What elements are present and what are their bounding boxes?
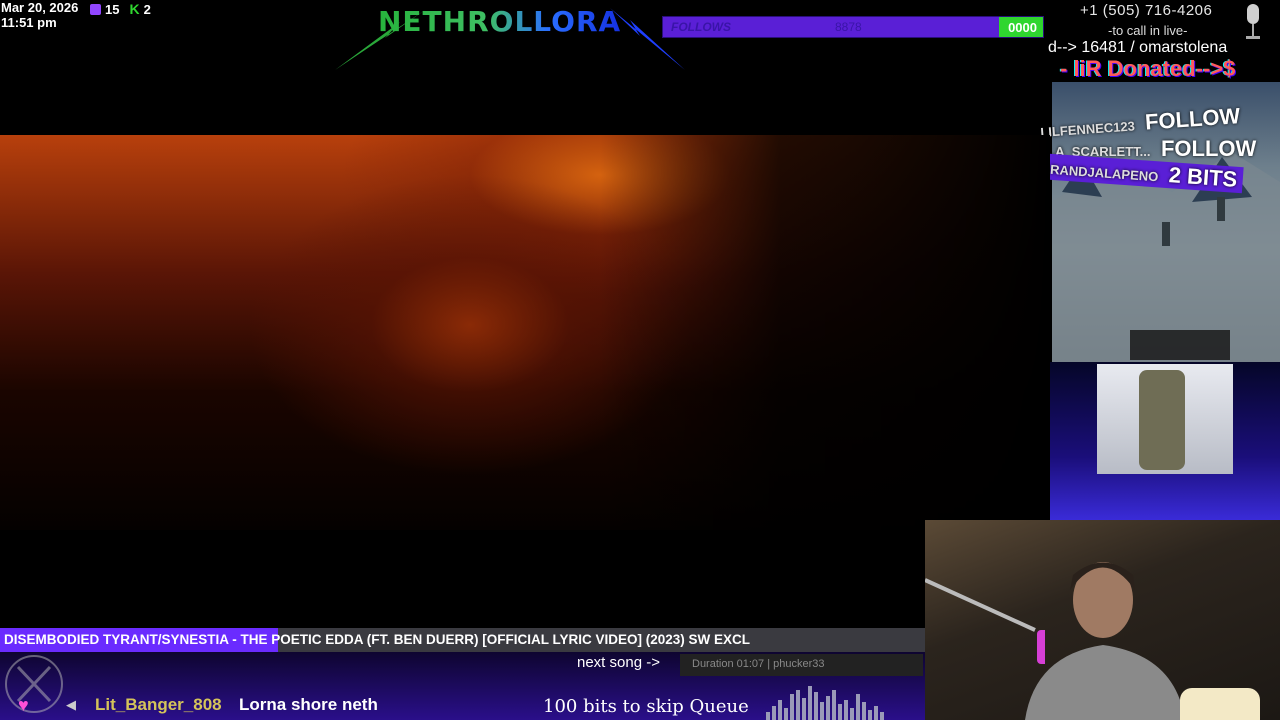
eq-bar [802,698,806,720]
channel-logo: NETHROLLORA [330,0,690,72]
now-playing-ticker: DISEMBODIED TYRANT/SYNESTIA - THE POETIC… [0,628,925,652]
eq-bar [808,686,812,720]
eq-bar [796,690,800,720]
eq-bar [838,704,842,720]
kick-icon: K [129,1,140,17]
alert-action: FOLLOW [1144,103,1241,135]
music-video [0,135,1050,530]
skip-queue-note: 100 bits to skip Queue [543,696,749,717]
eq-bar [790,694,794,720]
eq-bar [844,700,848,720]
mic-boom-icon [925,578,1045,664]
webcam-feed [925,520,1280,720]
twitch-icon [90,3,101,15]
follows-goal-value: 0000 [1008,20,1037,35]
photo-figure [1139,370,1185,470]
date-text: Mar 20, 2026 [1,0,79,15]
datetime: Mar 20, 2026 11:51 pm [1,0,78,30]
back-arrow-icon: ◀ [66,697,76,712]
follows-count: 8878 [835,20,862,34]
time-text: 11:51 pm [1,15,57,30]
eq-bar [856,694,860,720]
donation-message: - liR Donated-->$ [1060,56,1236,81]
audio-visualizer [766,686,916,720]
eq-bar [850,708,854,720]
alert-action: 2 BITS [1168,162,1239,192]
bottom-bar: ♥ ◀ Lit_Banger_808 Lorna shore neth next… [0,652,925,720]
follows-goal-bar: FOLLOWS 8878 0000 [662,16,1044,38]
eq-bar [874,706,878,720]
call-in-phone: +1 (505) 716-4206 [1080,2,1213,19]
logo-text: NETHROLLORA [378,5,622,38]
eq-bar [766,712,770,720]
photo-overlay [1097,364,1233,474]
video-shadow [600,135,1050,530]
eq-bar [814,692,818,720]
eq-bar [772,706,776,720]
now-playing-title: DISEMBODIED TYRANT/SYNESTIA - THE POETIC… [4,632,751,647]
eq-bar [868,710,872,720]
donation-info: d--> 16481 / omarstolena [1048,39,1228,56]
eq-bar [862,702,866,720]
heart-icon: ♥ [18,695,29,715]
kick-counter: K 2 [129,1,150,17]
queue-duration: Duration 01:07 | phucker33 [680,654,923,676]
next-song-label: next song -> [577,654,660,671]
microphone-icon [1242,4,1264,42]
eq-bar [784,708,788,720]
twitch-counter: 15 [90,2,119,17]
viewer-counters: 15 K 2 [90,1,151,17]
eq-bar [820,702,824,720]
kick-count: 2 [143,1,151,17]
twitch-count: 15 [105,1,120,17]
eq-bar [826,696,830,720]
mug [1180,688,1260,720]
eq-bar [832,690,836,720]
follows-label: FOLLOWS [671,20,731,34]
alert-action: FOLLOW [1160,136,1257,161]
call-in-note: -to call in live- [1108,23,1188,38]
chat-message: Lorna shore neth [239,695,378,714]
eq-bar [880,712,884,720]
chat-username: Lit_Banger_808 [95,695,222,714]
eq-bar [778,700,782,720]
